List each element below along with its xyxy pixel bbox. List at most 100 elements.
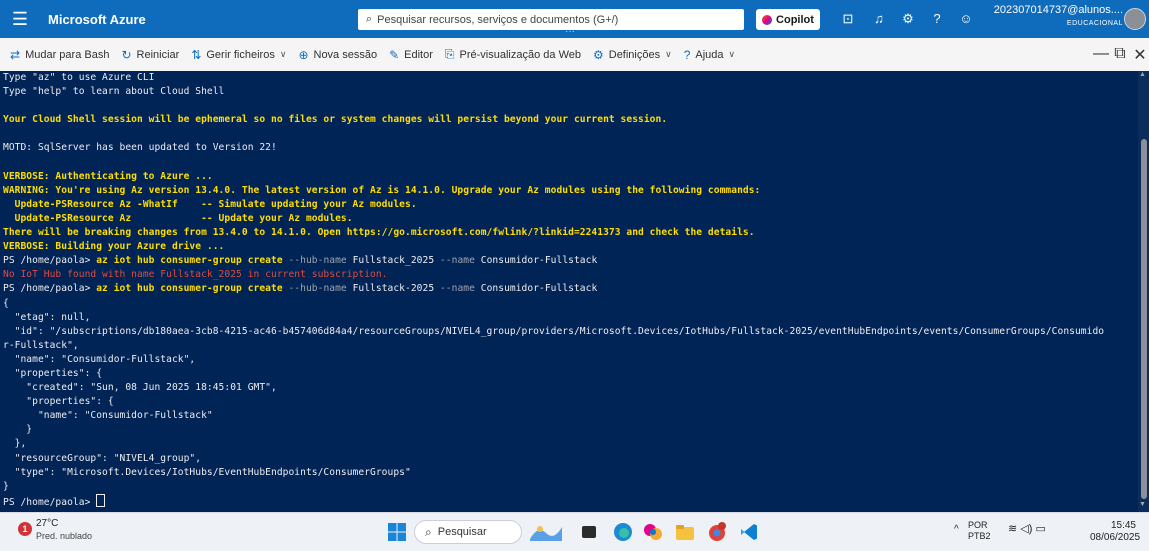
help-icon[interactable]: ? [928, 10, 946, 28]
terminal-line: VERBOSE: Building your Azure drive ... [3, 240, 1135, 254]
terminal-text: "id": "/subscriptions/db180aea-3cb8-4215… [3, 325, 1105, 337]
search-placeholder: Pesquisar recursos, serviços e documento… [377, 13, 619, 26]
terminal-text: "etag": null, [3, 311, 91, 323]
close-icon[interactable]: ✕ [1130, 45, 1149, 65]
terminal-line: WARNING: You're using Az version 13.4.0.… [3, 184, 1135, 198]
terminal-line: "type": "Microsoft.Devices/IotHubs/Event… [3, 466, 1135, 480]
toolbar-item-1[interactable]: ↻ Reiniciar [121, 48, 179, 62]
file-explorer-icon[interactable] [674, 521, 696, 543]
terminal-text: --hub-name [288, 283, 353, 295]
maximize-icon[interactable]: ⧉ [1110, 45, 1130, 63]
more-dots-icon: ··· [565, 26, 575, 37]
terminal-line: PS /home/paola> az iot hub consumer-grou… [3, 254, 1135, 268]
clock[interactable]: 15:45 08/06/2025 [1090, 520, 1140, 544]
bell-icon[interactable]: ♫ [870, 10, 888, 28]
terminal-text: Consumidor-Fullstack [480, 283, 598, 295]
scroll-up-icon[interactable]: ▲ [1139, 71, 1146, 78]
terminal-line: Update-PSResource Az -- Update your Az m… [3, 212, 1135, 226]
toolbar-item-icon: ⎘ [444, 47, 455, 61]
terminal-line: PS /home/paola> az iot hub consumer-grou… [3, 282, 1135, 296]
toolbar-item-icon: ⊕ [298, 47, 309, 62]
system-tray[interactable]: ^ POR PTB2 ≋ ◁) ▭ [954, 520, 1046, 542]
taskbar-search[interactable]: ⌕ Pesquisar [414, 520, 522, 544]
toolbar-item-4[interactable]: ✎ Editor [389, 48, 433, 62]
terminal-line: "properties": { [3, 367, 1135, 381]
toolbar-item-label: Definições [608, 48, 661, 61]
terminal-text: Update-PSResource Az -- Update your Az m… [3, 212, 353, 224]
chevron-up-icon[interactable]: ^ [954, 524, 959, 535]
chrome-icon[interactable] [706, 521, 728, 543]
terminal-line: Type "az" to use Azure CLI [3, 71, 1135, 85]
task-view-icon[interactable] [578, 521, 600, 543]
terminal-text: "name": "Consumidor-Fullstack", [3, 353, 196, 365]
toolbar-item-5[interactable]: ⎘ Pré-visualização da Web [445, 47, 581, 62]
terminal-text: r-Fullstack", [3, 339, 79, 351]
chevron-down-icon: ∨ [728, 49, 736, 59]
toolbar-item-0[interactable]: ⇄ Mudar para Bash [10, 48, 109, 62]
terminal-text: "type": "Microsoft.Devices/IotHubs/Event… [3, 466, 411, 478]
toolbar-item-6[interactable]: ⚙ Definições ∨ [593, 48, 672, 62]
weather-desc: Pred. nublado [36, 531, 93, 541]
weather-widget[interactable]: 1 27°C Pred. nublado [18, 518, 93, 542]
scrollbar-thumb[interactable] [1141, 139, 1147, 499]
toolbar-items: ⇄ Mudar para Bash ↻ Reiniciar ⇅ Gerir ficheir… [0, 47, 735, 62]
terminal-line: "resourceGroup": "NIVEL4_group", [3, 452, 1135, 466]
terminal-cursor [96, 493, 106, 507]
toolbar-item-label: Ajuda [695, 48, 724, 61]
terminal-text: }, [3, 438, 27, 450]
edge-icon[interactable] [612, 521, 634, 543]
terminal[interactable]: Type "az" to use Azure CLI Type "help" to… [0, 71, 1149, 512]
gear-icon[interactable]: ⚙ [899, 10, 917, 28]
windows-start-icon[interactable] [386, 521, 408, 543]
hamburger-menu-icon[interactable]: ☰ [0, 9, 40, 30]
scroll-down-icon[interactable]: ▼ [1139, 501, 1146, 508]
search-box[interactable]: ⌕ Pesquisar recursos, serviços e documen… [358, 9, 744, 30]
search-icon: ⌕ [366, 13, 373, 25]
terminal-line: }, [3, 437, 1135, 451]
terminal-line: Type "help" to learn about Cloud Shell [3, 85, 1135, 99]
minimize-icon[interactable]: — [1091, 45, 1111, 63]
terminal-line: Update-PSResource Az -WhatIf -- Simulate… [3, 198, 1135, 212]
copilot-button[interactable]: Copilot [756, 9, 820, 30]
app-title[interactable]: Microsoft Azure [48, 12, 348, 27]
toolbar-item-icon: ⚙ [592, 47, 604, 62]
vscode-icon[interactable] [738, 521, 760, 543]
terminal-line: { [3, 297, 1135, 311]
wifi-volume-battery-icon[interactable]: ≋ ◁) ▭ [1008, 524, 1046, 535]
terminal-line: "properties": { [3, 395, 1135, 409]
toolbar-item-label: Editor [404, 48, 433, 61]
toolbar-item-7[interactable]: ? Ajuda ∨ [684, 48, 735, 62]
terminal-line: No IoT Hub found with name Fullstack_202… [3, 268, 1135, 282]
toolbar-item-icon: ⇅ [191, 47, 202, 62]
terminal-text: Update-PSResource Az -WhatIf -- Simulate… [3, 198, 417, 210]
terminal-text: } [3, 480, 9, 492]
terminal-text: "resourceGroup": "NIVEL4_group", [3, 452, 202, 464]
terminal-text: "properties": { [3, 367, 103, 379]
terminal-text: az iot hub consumer-group create [96, 255, 289, 267]
terminal-line: "etag": null, [3, 311, 1135, 325]
widgets-image-icon[interactable] [528, 521, 564, 543]
copilot-label: Copilot [776, 13, 814, 26]
language-bottom: PTB2 [968, 531, 991, 541]
cloud-shell-toolbar: ⇄ Mudar para Bash ↻ Reiniciar ⇅ Gerir ficheir… [0, 38, 1149, 72]
toolbar-item-2[interactable]: ⇅ Gerir ficheiros ∨ [191, 48, 286, 62]
copilot-icon [762, 14, 773, 25]
toolbar-item-3[interactable]: ⊕ Nova sessão [298, 48, 377, 62]
search-icon: ⌕ [425, 524, 432, 539]
weather-alert-badge: 1 [18, 522, 32, 536]
terminal-line: } [3, 480, 1135, 494]
terminal-line: VERBOSE: Authenticating to Azure ... [3, 170, 1135, 184]
weather-temp: 27°C [36, 518, 59, 529]
copilot-taskbar-icon[interactable] [642, 521, 664, 543]
terminal-text: PS /home/paola> [3, 255, 97, 267]
avatar[interactable] [1124, 8, 1146, 30]
terminal-text: az iot hub consumer-group create [96, 283, 289, 295]
feedback-icon[interactable]: ☺ [957, 10, 975, 28]
account-menu[interactable]: 202307014737@alunos.... EDUCACIONAL [993, 3, 1123, 31]
terminal-line: MOTD: SqlServer has been updated to Vers… [3, 141, 1135, 155]
terminal-text: "name": "Consumidor-Fullstack" [3, 410, 213, 422]
cloud-shell-icon[interactable]: ⊡ [839, 10, 857, 28]
